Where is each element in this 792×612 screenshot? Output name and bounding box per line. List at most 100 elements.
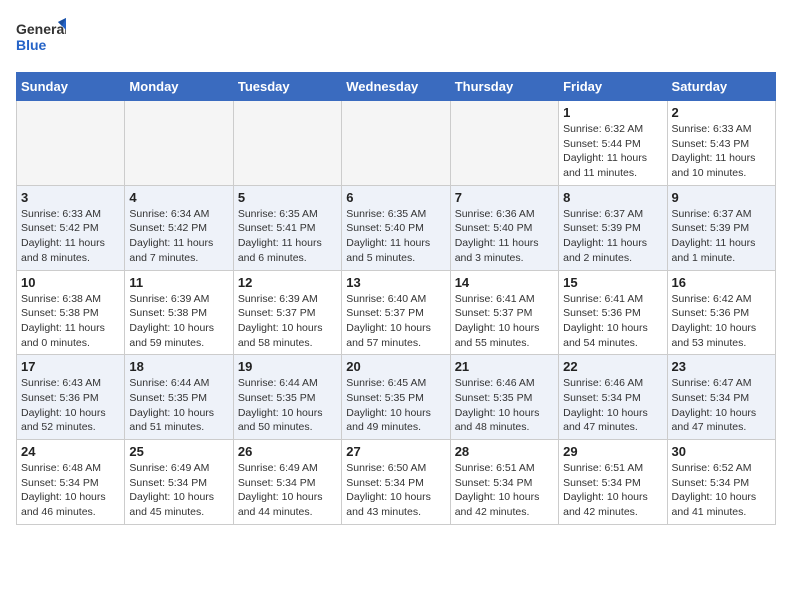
- day-number: 27: [346, 444, 445, 459]
- day-number: 20: [346, 359, 445, 374]
- day-info: Sunrise: 6:35 AM Sunset: 5:40 PM Dayligh…: [346, 207, 445, 266]
- calendar-day-cell: 4 Sunrise: 6:34 AM Sunset: 5:42 PM Daylig…: [125, 185, 233, 270]
- calendar-day-cell: 25Sunrise: 6:49 AM Sunset: 5:34 PM Dayli…: [125, 440, 233, 525]
- calendar-day-cell: [125, 101, 233, 186]
- calendar-day-cell: 18 Sunrise: 6:44 AM Sunset: 5:35 PM Dayli…: [125, 355, 233, 440]
- day-info: Sunrise: 6:51 AM Sunset: 5:34 PM Dayligh…: [563, 461, 662, 520]
- calendar-day-cell: 8 Sunrise: 6:37 AM Sunset: 5:39 PM Daylig…: [559, 185, 667, 270]
- logo-icon: GeneralBlue: [16, 16, 66, 60]
- calendar-day-cell: 10 Sunrise: 6:38 AM Sunset: 5:38 PM Dayli…: [17, 270, 125, 355]
- day-number: 13: [346, 275, 445, 290]
- calendar-table: SundayMondayTuesdayWednesdayThursdayFrid…: [16, 72, 776, 525]
- day-number: 12: [238, 275, 337, 290]
- day-info: Sunrise: 6:35 AM Sunset: 5:41 PM Dayligh…: [238, 207, 337, 266]
- calendar-week-row: 17Sunrise: 6:43 AM Sunset: 5:36 PM Dayli…: [17, 355, 776, 440]
- calendar-day-cell: 26 Sunrise: 6:49 AM Sunset: 5:34 PM Dayli…: [233, 440, 341, 525]
- day-info: Sunrise: 6:51 AM Sunset: 5:34 PM Dayligh…: [455, 461, 554, 520]
- calendar-day-cell: 6 Sunrise: 6:35 AM Sunset: 5:40 PM Daylig…: [342, 185, 450, 270]
- day-number: 14: [455, 275, 554, 290]
- calendar-week-row: 24 Sunrise: 6:48 AM Sunset: 5:34 PM Dayli…: [17, 440, 776, 525]
- calendar-week-row: 10 Sunrise: 6:38 AM Sunset: 5:38 PM Dayli…: [17, 270, 776, 355]
- weekday-header-sunday: Sunday: [17, 73, 125, 101]
- day-info: Sunrise: 6:39 AM Sunset: 5:37 PM Dayligh…: [238, 292, 337, 351]
- calendar-day-cell: 9Sunrise: 6:37 AM Sunset: 5:39 PM Daylig…: [667, 185, 775, 270]
- day-info: Sunrise: 6:48 AM Sunset: 5:34 PM Dayligh…: [21, 461, 120, 520]
- day-info: Sunrise: 6:37 AM Sunset: 5:39 PM Dayligh…: [563, 207, 662, 266]
- day-number: 25: [129, 444, 228, 459]
- calendar-day-cell: 22 Sunrise: 6:46 AM Sunset: 5:34 PM Dayli…: [559, 355, 667, 440]
- svg-text:General: General: [16, 21, 66, 37]
- day-info: Sunrise: 6:46 AM Sunset: 5:34 PM Dayligh…: [563, 376, 662, 435]
- calendar-day-cell: 29Sunrise: 6:51 AM Sunset: 5:34 PM Dayli…: [559, 440, 667, 525]
- logo: GeneralBlue: [16, 16, 66, 60]
- day-number: 18: [129, 359, 228, 374]
- weekday-header-friday: Friday: [559, 73, 667, 101]
- day-number: 22: [563, 359, 662, 374]
- calendar-day-cell: [233, 101, 341, 186]
- day-info: Sunrise: 6:41 AM Sunset: 5:37 PM Dayligh…: [455, 292, 554, 351]
- calendar-day-cell: 11Sunrise: 6:39 AM Sunset: 5:38 PM Dayli…: [125, 270, 233, 355]
- day-number: 28: [455, 444, 554, 459]
- day-info: Sunrise: 6:44 AM Sunset: 5:35 PM Dayligh…: [129, 376, 228, 435]
- day-info: Sunrise: 6:52 AM Sunset: 5:34 PM Dayligh…: [672, 461, 771, 520]
- day-number: 26: [238, 444, 337, 459]
- weekday-header-thursday: Thursday: [450, 73, 558, 101]
- day-info: Sunrise: 6:32 AM Sunset: 5:44 PM Dayligh…: [563, 122, 662, 181]
- day-info: Sunrise: 6:49 AM Sunset: 5:34 PM Dayligh…: [238, 461, 337, 520]
- day-number: 8: [563, 190, 662, 205]
- calendar-day-cell: 5 Sunrise: 6:35 AM Sunset: 5:41 PM Daylig…: [233, 185, 341, 270]
- day-number: 6: [346, 190, 445, 205]
- day-info: Sunrise: 6:45 AM Sunset: 5:35 PM Dayligh…: [346, 376, 445, 435]
- day-number: 24: [21, 444, 120, 459]
- svg-text:Blue: Blue: [16, 37, 47, 53]
- calendar-day-cell: 24 Sunrise: 6:48 AM Sunset: 5:34 PM Dayli…: [17, 440, 125, 525]
- day-info: Sunrise: 6:46 AM Sunset: 5:35 PM Dayligh…: [455, 376, 554, 435]
- calendar-day-cell: 13 Sunrise: 6:40 AM Sunset: 5:37 PM Dayli…: [342, 270, 450, 355]
- day-info: Sunrise: 6:36 AM Sunset: 5:40 PM Dayligh…: [455, 207, 554, 266]
- weekday-header-tuesday: Tuesday: [233, 73, 341, 101]
- day-info: Sunrise: 6:40 AM Sunset: 5:37 PM Dayligh…: [346, 292, 445, 351]
- day-number: 16: [672, 275, 771, 290]
- calendar-day-cell: 15 Sunrise: 6:41 AM Sunset: 5:36 PM Dayli…: [559, 270, 667, 355]
- calendar-week-row: 1 Sunrise: 6:32 AM Sunset: 5:44 PM Daylig…: [17, 101, 776, 186]
- day-info: Sunrise: 6:44 AM Sunset: 5:35 PM Dayligh…: [238, 376, 337, 435]
- calendar-day-cell: [17, 101, 125, 186]
- day-number: 4: [129, 190, 228, 205]
- day-number: 5: [238, 190, 337, 205]
- calendar-day-cell: 7Sunrise: 6:36 AM Sunset: 5:40 PM Daylig…: [450, 185, 558, 270]
- day-info: Sunrise: 6:41 AM Sunset: 5:36 PM Dayligh…: [563, 292, 662, 351]
- day-info: Sunrise: 6:47 AM Sunset: 5:34 PM Dayligh…: [672, 376, 771, 435]
- day-info: Sunrise: 6:38 AM Sunset: 5:38 PM Dayligh…: [21, 292, 120, 351]
- calendar-week-row: 3 Sunrise: 6:33 AM Sunset: 5:42 PM Daylig…: [17, 185, 776, 270]
- day-info: Sunrise: 6:33 AM Sunset: 5:43 PM Dayligh…: [672, 122, 771, 181]
- calendar-day-cell: 20 Sunrise: 6:45 AM Sunset: 5:35 PM Dayli…: [342, 355, 450, 440]
- day-info: Sunrise: 6:34 AM Sunset: 5:42 PM Dayligh…: [129, 207, 228, 266]
- calendar-header-row: SundayMondayTuesdayWednesdayThursdayFrid…: [17, 73, 776, 101]
- weekday-header-monday: Monday: [125, 73, 233, 101]
- day-number: 1: [563, 105, 662, 120]
- day-number: 9: [672, 190, 771, 205]
- day-number: 2: [672, 105, 771, 120]
- calendar-day-cell: 30 Sunrise: 6:52 AM Sunset: 5:34 PM Dayli…: [667, 440, 775, 525]
- calendar-day-cell: 17Sunrise: 6:43 AM Sunset: 5:36 PM Dayli…: [17, 355, 125, 440]
- day-number: 21: [455, 359, 554, 374]
- day-number: 3: [21, 190, 120, 205]
- weekday-header-wednesday: Wednesday: [342, 73, 450, 101]
- day-number: 19: [238, 359, 337, 374]
- calendar-day-cell: [450, 101, 558, 186]
- day-number: 17: [21, 359, 120, 374]
- calendar-day-cell: 27 Sunrise: 6:50 AM Sunset: 5:34 PM Dayli…: [342, 440, 450, 525]
- day-info: Sunrise: 6:33 AM Sunset: 5:42 PM Dayligh…: [21, 207, 120, 266]
- calendar-day-cell: 19 Sunrise: 6:44 AM Sunset: 5:35 PM Dayli…: [233, 355, 341, 440]
- day-info: Sunrise: 6:39 AM Sunset: 5:38 PM Dayligh…: [129, 292, 228, 351]
- day-number: 10: [21, 275, 120, 290]
- day-number: 15: [563, 275, 662, 290]
- day-number: 30: [672, 444, 771, 459]
- calendar-day-cell: 16Sunrise: 6:42 AM Sunset: 5:36 PM Dayli…: [667, 270, 775, 355]
- calendar-day-cell: 14 Sunrise: 6:41 AM Sunset: 5:37 PM Dayli…: [450, 270, 558, 355]
- day-info: Sunrise: 6:50 AM Sunset: 5:34 PM Dayligh…: [346, 461, 445, 520]
- calendar-day-cell: 12 Sunrise: 6:39 AM Sunset: 5:37 PM Dayli…: [233, 270, 341, 355]
- day-number: 23: [672, 359, 771, 374]
- calendar-day-cell: 3 Sunrise: 6:33 AM Sunset: 5:42 PM Daylig…: [17, 185, 125, 270]
- calendar-day-cell: 2 Sunrise: 6:33 AM Sunset: 5:43 PM Daylig…: [667, 101, 775, 186]
